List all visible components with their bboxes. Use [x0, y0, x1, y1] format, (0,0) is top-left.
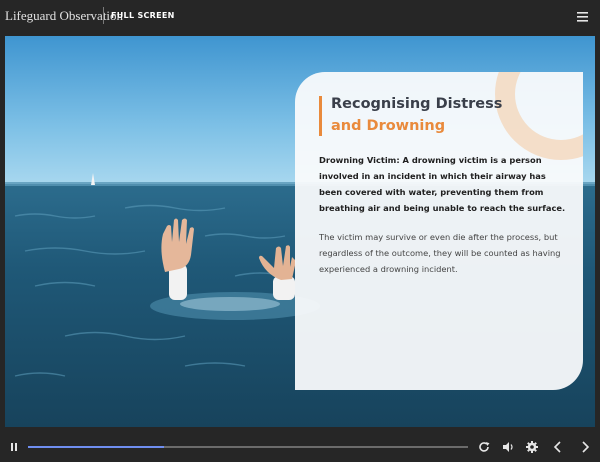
body-paragraph: The victim may survive or even die after… — [319, 232, 561, 274]
player-controls — [0, 432, 600, 462]
heading-accent-bar — [319, 96, 322, 136]
replay-icon[interactable] — [476, 439, 492, 455]
slide-heading: Recognising Distress — [331, 96, 503, 112]
progress-fill — [28, 446, 165, 448]
content-card: Recognising Distress and Drowning Drowni… — [295, 72, 583, 390]
top-bar: Lifeguard Observation FULL SCREEN — [0, 0, 600, 32]
definition-paragraph: Drowning Victim: A drowning victim is a … — [319, 152, 569, 216]
hamburger-menu-icon[interactable] — [575, 9, 591, 23]
definition-term: Drowning Victim: — [319, 155, 400, 165]
settings-icon[interactable] — [524, 439, 540, 455]
slide-heading-accent: and Drowning — [331, 118, 446, 134]
next-icon[interactable] — [577, 439, 593, 455]
pause-icon[interactable] — [6, 439, 22, 455]
title-divider — [103, 7, 104, 24]
full-screen-button[interactable]: FULL SCREEN — [111, 11, 175, 20]
progress-bar[interactable] — [28, 446, 468, 448]
app-title: Lifeguard Observation — [5, 8, 124, 23]
slide-stage: Recognising Distress and Drowning Drowni… — [5, 36, 595, 427]
previous-icon[interactable] — [550, 439, 566, 455]
volume-icon[interactable] — [500, 439, 516, 455]
decorative-ring — [495, 72, 583, 160]
